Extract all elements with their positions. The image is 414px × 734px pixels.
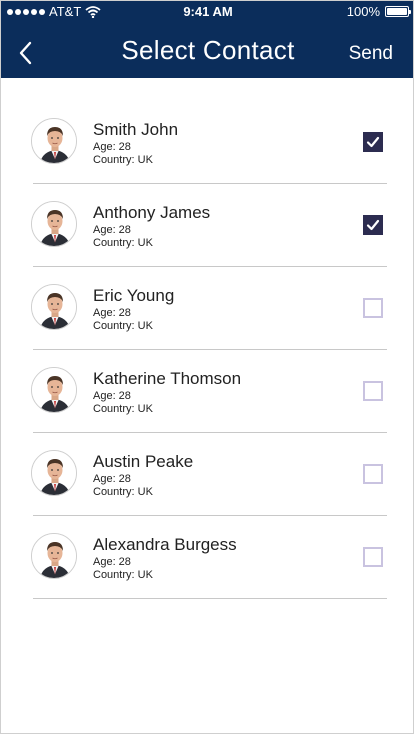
contact-age: Age: 28 <box>93 141 131 153</box>
nav-bar: Select Contact Send <box>1 29 413 75</box>
battery-fill <box>387 8 407 15</box>
avatar <box>31 367 77 413</box>
battery-percent: 100% <box>346 4 380 19</box>
checkmark-icon <box>366 219 380 231</box>
app-screen: AT&T 9:41 AM 100% Select Contact Send Sm… <box>0 0 414 734</box>
contact-name: Eric Young <box>93 286 175 305</box>
contact-name: Alexandra Burgess <box>93 535 237 554</box>
person-avatar-icon <box>32 119 76 163</box>
checkmark-icon <box>366 136 380 148</box>
person-avatar-icon <box>32 368 76 412</box>
battery-icon <box>385 6 411 17</box>
contact-row[interactable]: Austin Peake Age: 28 Country: UK <box>1 433 413 516</box>
avatar <box>31 284 77 330</box>
select-checkbox[interactable] <box>363 464 383 484</box>
contact-name: Austin Peake <box>93 452 194 471</box>
contact-age: Age: 28 <box>93 390 131 402</box>
contact-age: Age: 28 <box>93 307 131 319</box>
contact-row[interactable]: Smith John Age: 28 Country: UK <box>1 101 413 184</box>
contact-list: Smith John Age: 28 Country: UK Anthony J… <box>1 101 413 599</box>
contact-age: Age: 28 <box>93 224 131 236</box>
contact-name: Katherine Thomson <box>93 369 242 388</box>
contact-row[interactable]: Anthony James Age: 28 Country: UK <box>1 184 413 267</box>
contact-row[interactable]: Katherine Thomson Age: 28 Country: UK <box>1 350 413 433</box>
status-right: 100% <box>346 4 411 19</box>
contact-country: Country: UK <box>93 237 153 249</box>
header: AT&T 9:41 AM 100% Select Contact Send <box>1 1 413 78</box>
contact-name: Anthony James <box>93 203 211 222</box>
avatar <box>31 533 77 579</box>
select-checkbox[interactable] <box>363 132 383 152</box>
contact-country: Country: UK <box>93 154 153 166</box>
contact-age: Age: 28 <box>93 473 131 485</box>
select-checkbox[interactable] <box>363 547 383 567</box>
avatar <box>31 450 77 496</box>
contact-row[interactable]: Alexandra Burgess Age: 28 Country: UK <box>1 516 413 599</box>
person-avatar-icon <box>32 202 76 246</box>
person-avatar-icon <box>32 534 76 578</box>
contact-country: Country: UK <box>93 486 153 498</box>
avatar <box>31 118 77 164</box>
contact-name: Smith John <box>93 120 179 139</box>
select-checkbox[interactable] <box>363 298 383 318</box>
send-button[interactable]: Send <box>349 43 393 65</box>
contact-country: Country: UK <box>93 403 153 415</box>
contact-country: Country: UK <box>93 569 153 581</box>
row-divider <box>33 598 387 599</box>
person-avatar-icon <box>32 451 76 495</box>
status-bar: AT&T 9:41 AM 100% <box>1 1 413 23</box>
contact-age: Age: 28 <box>93 556 131 568</box>
avatar <box>31 201 77 247</box>
select-checkbox[interactable] <box>363 215 383 235</box>
select-checkbox[interactable] <box>363 381 383 401</box>
contact-country: Country: UK <box>93 320 153 332</box>
contact-row[interactable]: Eric Young Age: 28 Country: UK <box>1 267 413 350</box>
person-avatar-icon <box>32 285 76 329</box>
